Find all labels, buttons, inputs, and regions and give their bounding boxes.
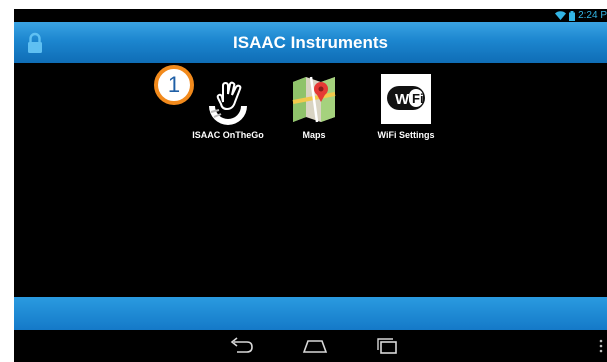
home-icon[interactable] (300, 336, 330, 356)
app-label: ISAAC OnTheGo (192, 130, 264, 140)
action-bar: ISAAC Instruments (14, 22, 607, 63)
battery-icon (569, 10, 576, 21)
app-title: ISAAC Instruments (233, 33, 388, 52)
bottom-bar (14, 297, 607, 330)
svg-text:Fi: Fi (412, 91, 424, 106)
app-label: Maps (302, 130, 326, 140)
status-time: 2:24 P (578, 10, 607, 21)
status-indicators: 2:24 P (555, 9, 607, 22)
maps-icon (287, 72, 341, 126)
tablet-screen: 2:24 P ISAAC Instruments ISAAC OnTheGo M… (14, 9, 607, 362)
app-isaac-onthego[interactable]: ISAAC OnTheGo (181, 72, 275, 140)
recents-icon[interactable] (372, 336, 402, 356)
status-bar: 2:24 P (14, 9, 607, 22)
app-label: WiFi Settings (377, 130, 435, 140)
app-wifi-settings[interactable]: Wi Fi WiFi Settings (359, 72, 453, 140)
back-icon[interactable] (226, 336, 256, 356)
isaac-onthego-icon (201, 72, 255, 126)
overflow-menu-icon[interactable] (599, 339, 603, 353)
wifi-settings-icon: Wi Fi (379, 72, 433, 126)
step-number-badge: 1 (154, 65, 194, 105)
navigation-bar (14, 330, 607, 362)
wifi-signal-icon (555, 11, 567, 20)
app-maps[interactable]: Maps (267, 72, 361, 140)
